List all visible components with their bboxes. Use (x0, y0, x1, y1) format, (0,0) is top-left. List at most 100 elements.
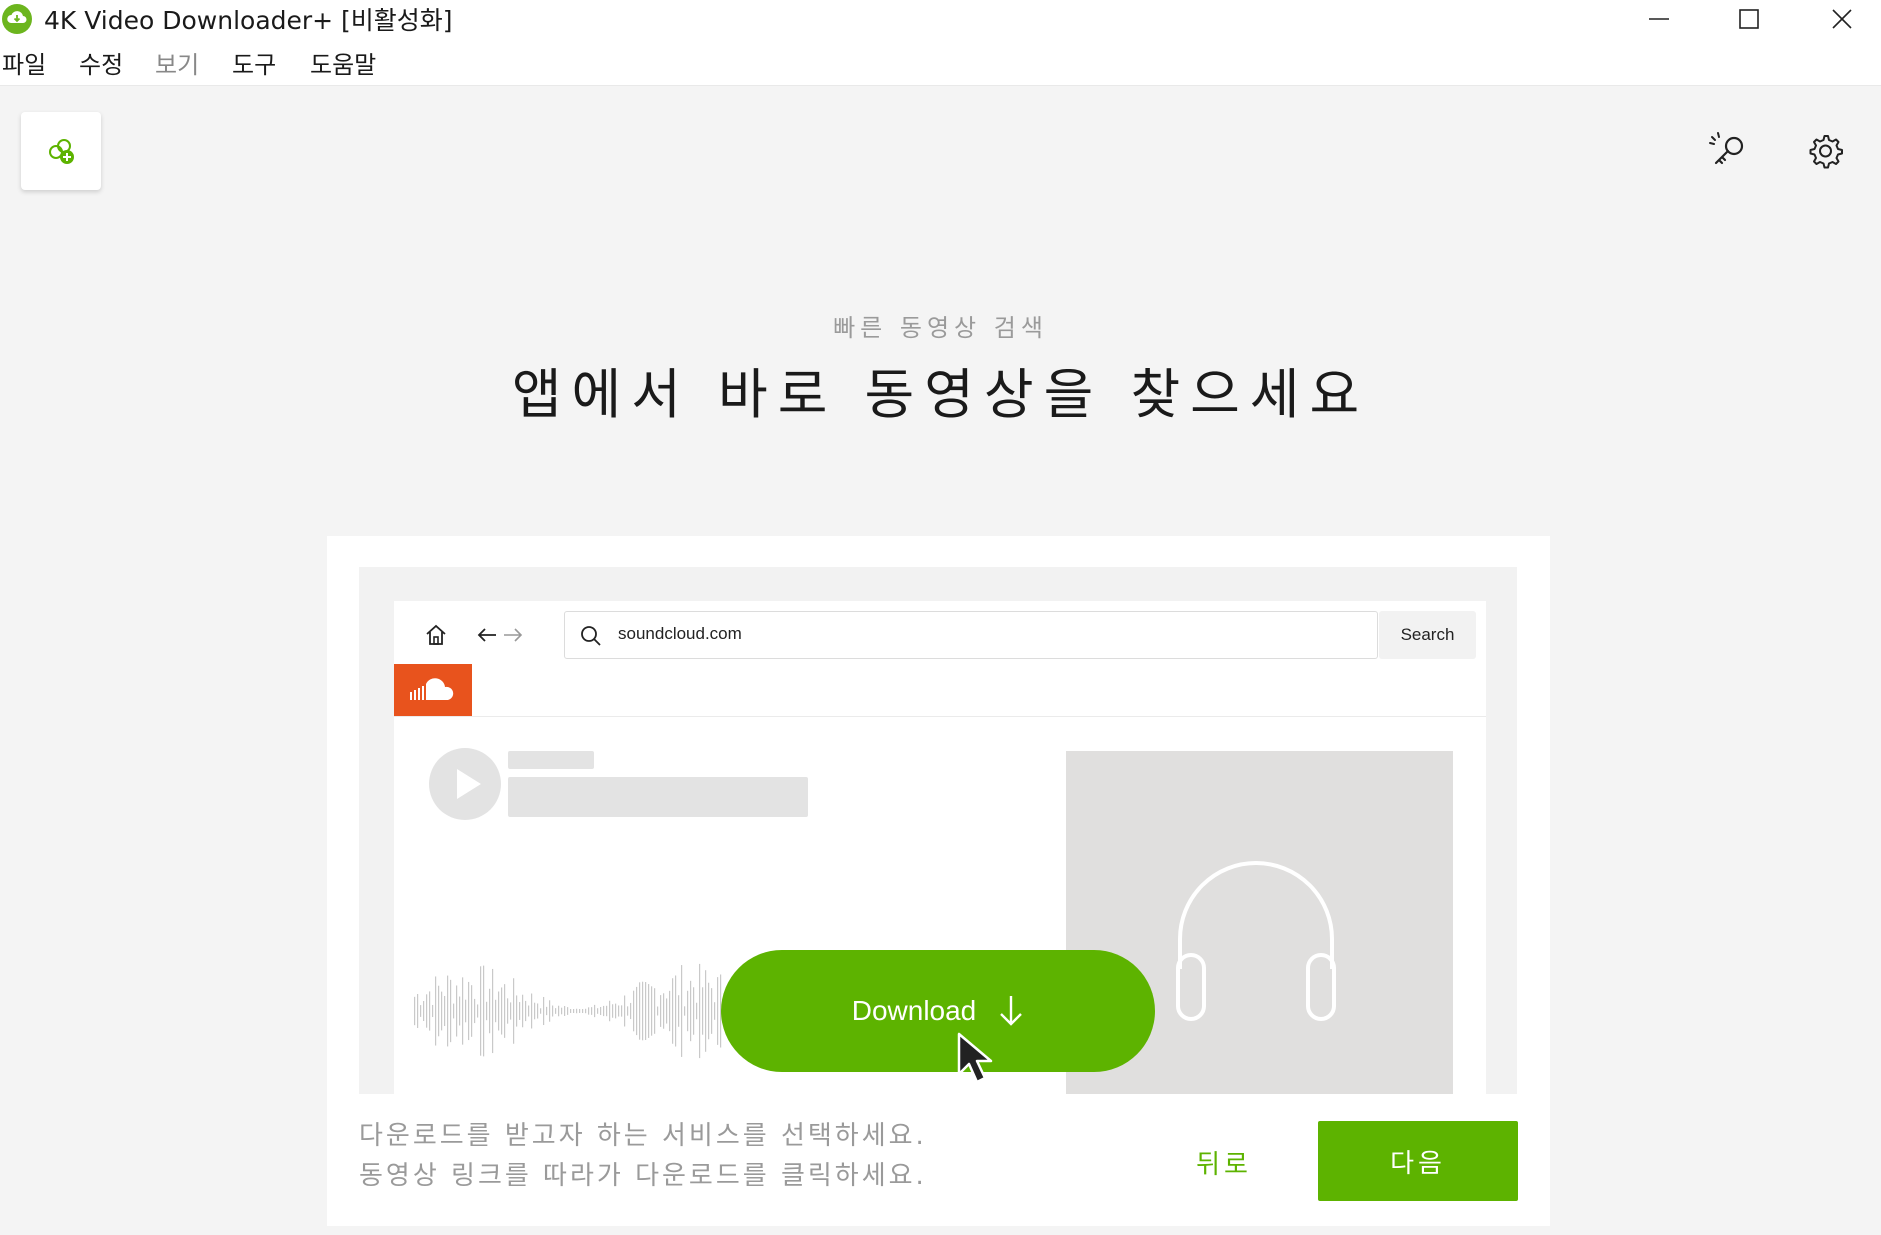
waveform-bar (708, 982, 710, 1040)
waveform-bar (606, 1005, 608, 1017)
onboarding-subtitle: 빠른 동영상 검색 (833, 314, 1048, 342)
waveform-bar (696, 1002, 698, 1020)
waveform-bar (552, 1005, 554, 1017)
waveform-bar (633, 990, 635, 1032)
waveform-bar (717, 977, 719, 1045)
waveform-bar (624, 995, 626, 1027)
waveform-bar (447, 975, 449, 1047)
magic-key-icon (1709, 132, 1744, 165)
waveform-bar (417, 994, 419, 1028)
title-bar: 4K Video Downloader+ [비활성화] (0, 0, 1881, 46)
waveform-bar (522, 994, 524, 1028)
menu-help[interactable]: 도움말 (310, 50, 376, 80)
arrow-left-icon (477, 628, 496, 642)
settings-button[interactable] (1802, 128, 1848, 174)
waveform-bar (654, 988, 656, 1034)
waveform-bar (432, 1004, 434, 1018)
url-bar: soundcloud.com (564, 611, 1378, 659)
maximize-icon (1739, 9, 1759, 29)
menu-bar: 파일 수정 보기 도구 도움말 (0, 46, 1881, 86)
waveform-bar (684, 1006, 686, 1016)
waveform-bar (615, 1003, 617, 1019)
waveform-bar (483, 965, 485, 1057)
waveform-bar (537, 1003, 539, 1019)
waveform-bar (567, 1007, 569, 1015)
maximize-button[interactable] (1702, 0, 1796, 38)
onboarding-headline: 앱에서 바로 동영상을 찾으세요 (511, 363, 1370, 426)
download-button-illustration: Download (721, 950, 1155, 1072)
waveform-bar (636, 986, 638, 1036)
waveform-bar (513, 978, 515, 1044)
waveform-bar (510, 1002, 512, 1020)
menu-edit[interactable]: 수정 (79, 50, 123, 80)
waveform-bar (534, 1002, 536, 1020)
waveform-bar (675, 975, 677, 1047)
menu-tools[interactable]: 도구 (232, 50, 276, 80)
waveform-bar (450, 979, 452, 1043)
waveform-bar (690, 980, 692, 1042)
waveform-bar (564, 1006, 566, 1016)
waveform-bar (501, 987, 503, 1035)
url-text: soundcloud.com (618, 624, 742, 643)
waveform-bar (570, 1009, 572, 1013)
arrow-down-icon (1000, 996, 1023, 1026)
hint-line: 동영상 링크를 따라가 다운로드를 클릭하세요. (359, 1161, 927, 1191)
waveform-bar (627, 1006, 629, 1016)
menu-view[interactable]: 보기 (155, 50, 199, 80)
divider (394, 716, 1486, 717)
waveform-bar (480, 966, 482, 1056)
waveform-bar (426, 994, 428, 1028)
search-button: Search (1379, 611, 1476, 659)
close-button[interactable] (1795, 0, 1881, 38)
waveform-bar (576, 1008, 578, 1014)
waveform (414, 963, 742, 1059)
waveform-bar (645, 982, 647, 1040)
app-logo-icon (2, 4, 32, 34)
waveform-bar (660, 995, 662, 1027)
waveform-bar (711, 988, 713, 1034)
waveform-bar (546, 1006, 548, 1016)
waveform-bar (603, 1005, 605, 1017)
waveform-bar (609, 1000, 611, 1022)
arrow-right-icon (504, 628, 523, 642)
waveform-bar (441, 991, 443, 1031)
back-button[interactable]: 뒤로 (1144, 1122, 1304, 1202)
waveform-bar (435, 976, 437, 1046)
waveform-bar (477, 1004, 479, 1018)
waveform-bar (558, 1005, 560, 1017)
paste-link-button[interactable] (21, 112, 101, 190)
gear-icon (1809, 135, 1843, 169)
waveform-bar (495, 999, 497, 1023)
waveform-bar (678, 995, 680, 1027)
waveform-bar (582, 1009, 584, 1013)
hint-line: 다운로드를 받고자 하는 서비스를 선택하세요. (359, 1121, 927, 1151)
waveform-bar (438, 985, 440, 1037)
waveform-bar (651, 986, 653, 1036)
headphones-icon (1176, 861, 1336, 1021)
menu-file[interactable]: 파일 (2, 50, 46, 80)
waveform-bar (549, 1000, 551, 1022)
waveform-bar (489, 988, 491, 1034)
waveform-bar (588, 1007, 590, 1015)
waveform-bar (600, 1006, 602, 1016)
waveform-bar (468, 981, 470, 1041)
waveform-bar (423, 1000, 425, 1022)
search-icon (581, 626, 601, 646)
waveform-bar (525, 1000, 527, 1022)
waveform-bar (504, 984, 506, 1038)
next-button[interactable]: 다음 (1318, 1121, 1518, 1201)
minimize-button[interactable] (1612, 0, 1706, 38)
waveform-bar (516, 995, 518, 1027)
onboarding-hint: 다운로드를 받고자 하는 서비스를 선택하세요. 동영상 링크를 따라가 다운로… (359, 1116, 927, 1196)
waveform-bar (471, 985, 473, 1037)
waveform-bar (597, 1008, 599, 1014)
placeholder-line (508, 751, 594, 769)
waveform-bar (456, 985, 458, 1037)
waveform-bar (705, 970, 707, 1052)
mouse-cursor-icon (957, 1032, 993, 1084)
waveform-bar (594, 1004, 596, 1018)
soundcloud-icon (410, 678, 454, 700)
waveform-bar (459, 996, 461, 1026)
onboarding-card: soundcloud.com Search 다운로드를 받고자 하는 서비스를 … (327, 536, 1550, 1226)
license-button[interactable] (1705, 128, 1751, 174)
